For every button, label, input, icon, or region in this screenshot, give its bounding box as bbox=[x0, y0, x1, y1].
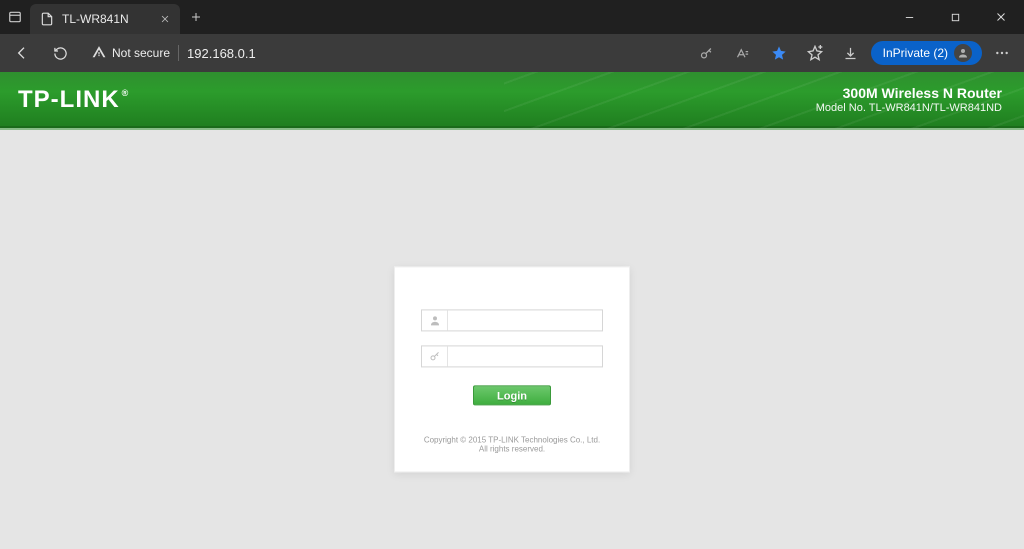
downloads-button[interactable] bbox=[835, 38, 867, 68]
credentials-icon[interactable] bbox=[691, 38, 723, 68]
page-icon bbox=[40, 12, 54, 26]
inprivate-indicator[interactable]: InPrivate (2) bbox=[871, 41, 982, 65]
read-aloud-icon[interactable] bbox=[727, 38, 759, 68]
product-info: 300M Wireless N Router Model No. TL-WR84… bbox=[816, 85, 1002, 115]
address-bar[interactable]: Not secure 192.168.0.1 bbox=[82, 39, 266, 67]
tab-title: TL-WR841N bbox=[62, 12, 129, 26]
separator bbox=[178, 45, 179, 61]
tab-actions-icon[interactable] bbox=[8, 10, 22, 24]
username-input[interactable] bbox=[448, 310, 602, 330]
refresh-button[interactable] bbox=[44, 38, 76, 68]
url-text[interactable]: 192.168.0.1 bbox=[187, 46, 256, 61]
not-secure-indicator[interactable]: Not secure bbox=[92, 45, 170, 62]
browser-tab[interactable]: TL-WR841N bbox=[30, 4, 180, 34]
router-header: TP-LINK ® 300M Wireless N Router Model N… bbox=[0, 72, 1024, 128]
browser-toolbar: Not secure 192.168.0.1 InPrivate (2) bbox=[0, 34, 1024, 72]
window-close-button[interactable] bbox=[978, 0, 1024, 34]
password-input[interactable] bbox=[448, 346, 602, 366]
registered-mark: ® bbox=[122, 88, 130, 98]
profile-avatar-icon bbox=[954, 44, 972, 62]
copyright-text: Copyright © 2015 TP-LINK Technologies Co… bbox=[421, 435, 603, 453]
favorite-star-icon[interactable] bbox=[763, 38, 795, 68]
brand-text: TP-LINK bbox=[18, 86, 120, 114]
tab-close-icon[interactable] bbox=[160, 14, 170, 24]
username-field[interactable] bbox=[421, 309, 603, 331]
window-titlebar: TL-WR841N bbox=[0, 0, 1024, 34]
window-controls bbox=[886, 0, 1024, 34]
password-field[interactable] bbox=[421, 345, 603, 367]
product-model: Model No. TL-WR841N/TL-WR841ND bbox=[816, 102, 1002, 115]
window-minimize-button[interactable] bbox=[886, 0, 932, 34]
key-icon bbox=[422, 346, 448, 366]
brand-logo: TP-LINK ® bbox=[18, 86, 129, 114]
product-title: 300M Wireless N Router bbox=[816, 85, 1002, 102]
inprivate-label: InPrivate (2) bbox=[883, 46, 948, 60]
login-button[interactable]: Login bbox=[473, 385, 551, 405]
login-card: Login Copyright © 2015 TP-LINK Technolog… bbox=[394, 266, 630, 472]
not-secure-label: Not secure bbox=[112, 46, 170, 60]
favorites-button[interactable] bbox=[799, 38, 831, 68]
page-body: Login Copyright © 2015 TP-LINK Technolog… bbox=[0, 130, 1024, 549]
page-viewport: TP-LINK ® 300M Wireless N Router Model N… bbox=[0, 72, 1024, 549]
back-button[interactable] bbox=[6, 38, 38, 68]
user-icon bbox=[422, 310, 448, 330]
new-tab-button[interactable] bbox=[180, 0, 212, 34]
window-maximize-button[interactable] bbox=[932, 0, 978, 34]
more-menu-button[interactable] bbox=[986, 38, 1018, 68]
warning-icon bbox=[92, 45, 106, 62]
